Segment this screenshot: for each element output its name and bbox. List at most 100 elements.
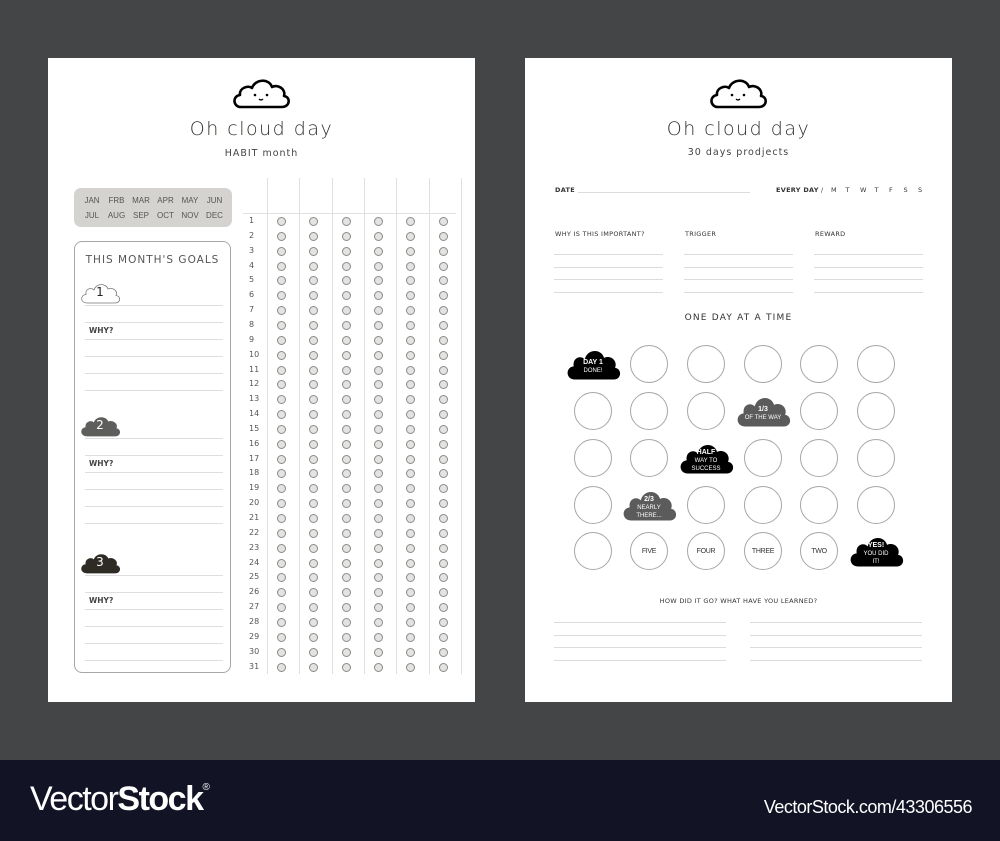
habit-check-circle[interactable] [277, 514, 286, 523]
date-field[interactable] [578, 192, 750, 193]
habit-check-circle[interactable] [374, 514, 383, 523]
milestone-cloud-badge[interactable]: 1/3 OF THE WAY [734, 394, 792, 428]
habit-check-circle[interactable] [342, 588, 351, 598]
habit-check-circle[interactable] [439, 291, 448, 301]
habit-check-circle[interactable] [277, 588, 286, 598]
habit-check-circle[interactable] [406, 543, 415, 553]
prompt-writing-line[interactable] [684, 266, 793, 268]
habit-check-circle[interactable] [374, 410, 383, 420]
habit-check-circle[interactable] [439, 261, 448, 271]
day-circle[interactable]: FIVE [630, 532, 668, 570]
habit-check-circle[interactable] [277, 217, 286, 226]
habit-check-circle[interactable] [439, 335, 448, 345]
milestone-cloud-badge[interactable]: HALF WAY TO SUCCESS [677, 441, 735, 475]
habit-check-circle[interactable] [277, 499, 286, 509]
habit-check-circle[interactable] [406, 662, 415, 672]
habit-check-circle[interactable] [309, 439, 318, 449]
habit-check-circle[interactable] [406, 603, 415, 613]
habit-check-circle[interactable] [342, 246, 351, 256]
habit-name-cell[interactable] [365, 178, 395, 212]
day-circle[interactable] [687, 392, 725, 430]
habit-check-circle[interactable] [439, 484, 448, 494]
habit-check-circle[interactable] [406, 632, 415, 642]
prompt-writing-line[interactable] [684, 291, 793, 293]
habit-check-circle[interactable] [277, 469, 286, 479]
habit-check-circle[interactable] [277, 528, 286, 538]
habit-check-circle[interactable] [309, 261, 318, 271]
habit-check-circle[interactable] [277, 558, 286, 568]
day-circle[interactable] [574, 532, 612, 570]
habit-name-cell[interactable] [397, 178, 427, 212]
habit-check-circle[interactable] [309, 365, 318, 375]
habit-check-circle[interactable] [406, 469, 415, 479]
habit-check-circle[interactable] [374, 632, 383, 642]
prompt-writing-line[interactable] [814, 266, 923, 268]
prompt-writing-line[interactable] [814, 254, 923, 255]
habit-check-circle[interactable] [342, 543, 351, 553]
habit-check-circle[interactable] [277, 246, 286, 256]
day-circle[interactable] [630, 392, 668, 430]
habit-check-circle[interactable] [342, 603, 351, 613]
habit-check-circle[interactable] [277, 632, 286, 642]
habit-check-circle[interactable] [309, 573, 318, 583]
habit-check-circle[interactable] [439, 662, 448, 672]
habit-check-circle[interactable] [406, 528, 415, 538]
habit-check-circle[interactable] [374, 261, 383, 271]
habit-check-circle[interactable] [439, 380, 448, 390]
habit-check-circle[interactable] [374, 617, 383, 627]
habit-check-circle[interactable] [277, 365, 286, 375]
habit-check-circle[interactable] [374, 543, 383, 553]
habit-check-circle[interactable] [277, 350, 286, 360]
habit-check-circle[interactable] [406, 499, 415, 509]
habit-check-circle[interactable] [309, 320, 318, 330]
habit-check-circle[interactable] [439, 514, 448, 523]
habit-check-circle[interactable] [439, 528, 448, 538]
day-circle[interactable] [574, 392, 612, 430]
habit-check-circle[interactable] [406, 588, 415, 598]
habit-check-circle[interactable] [439, 246, 448, 256]
weekday-option[interactable]: F [889, 186, 893, 194]
habit-check-circle[interactable] [374, 528, 383, 538]
habit-check-circle[interactable] [406, 365, 415, 375]
habit-check-circle[interactable] [342, 454, 351, 464]
day-circle[interactable] [744, 439, 782, 477]
habit-check-circle[interactable] [374, 380, 383, 390]
day-circle[interactable]: THREE [744, 532, 782, 570]
habit-check-circle[interactable] [342, 514, 351, 523]
habit-check-circle[interactable] [374, 573, 383, 583]
prompt-writing-line[interactable] [814, 279, 923, 280]
habit-check-circle[interactable] [277, 276, 286, 286]
habit-check-circle[interactable] [439, 217, 448, 226]
habit-check-circle[interactable] [309, 454, 318, 464]
habit-check-circle[interactable] [406, 276, 415, 286]
habit-check-circle[interactable] [342, 573, 351, 583]
habit-check-circle[interactable] [406, 291, 415, 301]
habit-check-circle[interactable] [439, 603, 448, 613]
habit-name-cell[interactable] [300, 178, 330, 212]
habit-check-circle[interactable] [277, 335, 286, 345]
prompt-writing-line[interactable] [814, 291, 923, 293]
habit-check-circle[interactable] [342, 350, 351, 360]
prompt-writing-line[interactable] [684, 254, 793, 255]
day-circle[interactable] [857, 486, 895, 524]
habit-check-circle[interactable] [439, 395, 448, 405]
habit-check-circle[interactable] [406, 246, 415, 256]
day-circle[interactable] [630, 345, 668, 383]
habit-check-circle[interactable] [439, 647, 448, 657]
habit-check-circle[interactable] [342, 528, 351, 538]
habit-check-circle[interactable] [439, 469, 448, 479]
weekday-option[interactable]: S [918, 186, 922, 194]
habit-check-circle[interactable] [342, 320, 351, 330]
weekday-option[interactable]: M [831, 186, 837, 194]
habit-check-circle[interactable] [309, 514, 318, 523]
habit-check-circle[interactable] [277, 291, 286, 301]
habit-check-circle[interactable] [309, 350, 318, 360]
weekday-option[interactable]: T [846, 186, 850, 194]
habit-check-circle[interactable] [309, 335, 318, 345]
habit-check-circle[interactable] [342, 647, 351, 657]
habit-check-circle[interactable] [406, 514, 415, 523]
habit-check-circle[interactable] [374, 558, 383, 568]
habit-check-circle[interactable] [406, 558, 415, 568]
day-circle[interactable]: TWO [800, 532, 838, 570]
habit-check-circle[interactable] [342, 291, 351, 301]
